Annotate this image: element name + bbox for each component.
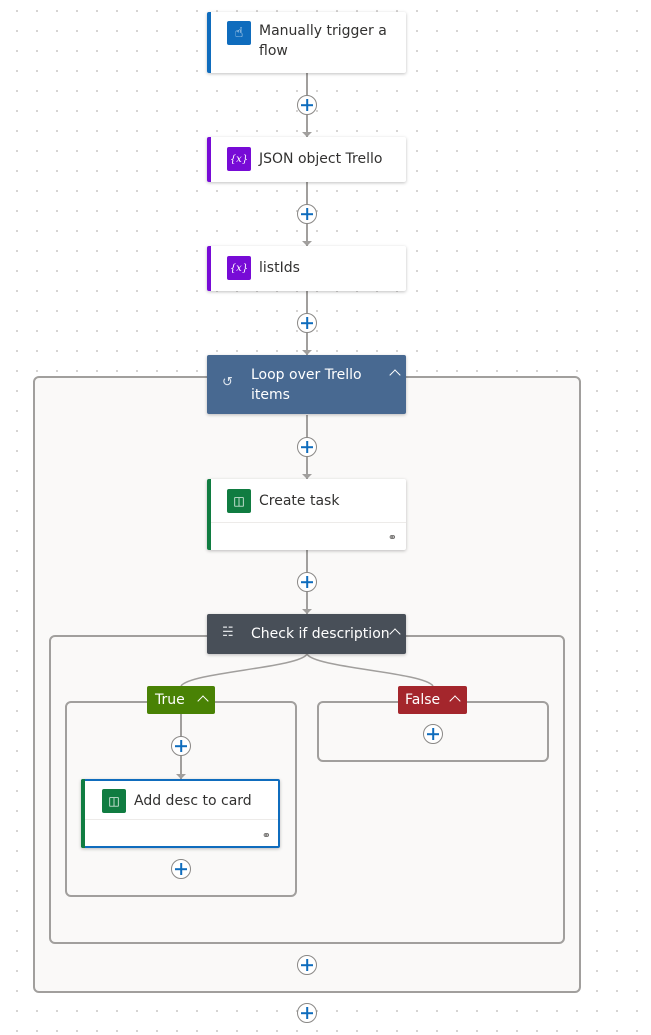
true-branch-header[interactable]: True — [147, 686, 215, 714]
card-footer — [85, 819, 278, 846]
add-step-button[interactable] — [171, 859, 191, 879]
condition-icon: ☵ — [222, 625, 234, 640]
false-label: False — [405, 692, 441, 708]
add-step-button[interactable] — [423, 724, 443, 744]
true-branch-connector — [180, 653, 308, 687]
condition-title: Check if description — [251, 626, 390, 642]
condition-header[interactable]: ☵ Check if description — [207, 614, 406, 654]
true-label: True — [155, 692, 185, 708]
link-icon[interactable]: ⚭ — [262, 829, 271, 842]
step-card-add-desc[interactable]: ◫ Add desc to card ⚭ — [81, 779, 280, 848]
add-step-button[interactable] — [171, 736, 191, 756]
planner-icon: ◫ — [102, 789, 126, 813]
step-title: Add desc to card — [134, 793, 252, 809]
add-step-button[interactable] — [297, 1003, 317, 1023]
add-step-button[interactable] — [297, 955, 317, 975]
false-branch-connector — [306, 653, 434, 687]
chevron-up-icon[interactable] — [389, 628, 401, 640]
false-branch-header[interactable]: False — [398, 686, 467, 714]
chevron-up-icon[interactable] — [197, 695, 209, 707]
chevron-up-icon[interactable] — [449, 695, 461, 707]
